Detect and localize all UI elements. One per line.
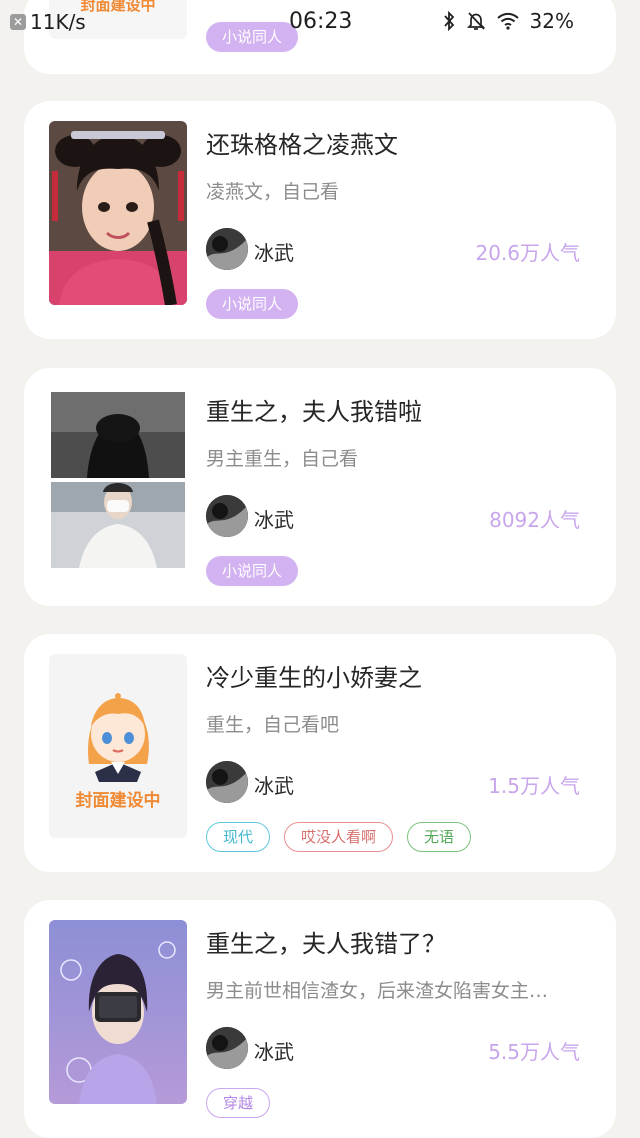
book-card[interactable]: 重生之，夫人我错啦 男主重生，自己看 冰武 8092人气 小说同人: [24, 368, 616, 606]
book-list-screen: ✕ 11K/s 06:23 32% 封面建设中 小说同人 还珠格格之凌燕文 凌燕…: [0, 0, 640, 1138]
tag[interactable]: 哎没人看啊: [284, 822, 394, 852]
author-name[interactable]: 冰武: [254, 1036, 294, 1065]
bluetooth-icon: [442, 11, 456, 31]
status-bar: ✕ 11K/s 06:23 32%: [0, 0, 640, 44]
tag[interactable]: 穿越: [206, 1088, 271, 1118]
book-title[interactable]: 还珠格格之凌燕文: [206, 125, 398, 160]
tag[interactable]: 无语: [407, 822, 472, 852]
avatar[interactable]: [206, 1027, 248, 1069]
book-cover[interactable]: 封面建设中: [49, 654, 187, 838]
avatar[interactable]: [206, 495, 248, 537]
book-title[interactable]: 重生之，夫人我错了？: [206, 924, 446, 959]
battery-level: 32%: [529, 9, 574, 33]
book-cover[interactable]: [49, 920, 187, 1104]
popularity-count: 1.5万人气: [488, 774, 580, 798]
tag[interactable]: 现代: [206, 822, 271, 852]
wifi-icon: [496, 12, 520, 30]
avatar[interactable]: [206, 761, 248, 803]
book-title[interactable]: 冷少重生的小娇妻之: [206, 658, 422, 693]
popularity-count: 8092人气: [489, 508, 580, 532]
tag-list: 小说同人: [206, 289, 299, 319]
author-name[interactable]: 冰武: [254, 504, 294, 533]
tag-list: 穿越: [206, 1088, 271, 1118]
popularity-count: 20.6万人气: [475, 241, 580, 265]
status-icons: 32%: [442, 9, 574, 33]
tag[interactable]: 小说同人: [206, 289, 299, 319]
tag-list: 小说同人: [206, 556, 299, 586]
tag[interactable]: 小说同人: [206, 556, 299, 586]
book-description: 男主前世相信渣女，后来渣女陷害女主…: [206, 980, 549, 1002]
clock: 06:23: [289, 9, 353, 34]
popularity-count: 5.5万人气: [488, 1040, 580, 1064]
book-description: 重生，自己看吧: [206, 714, 340, 736]
network-indicator: ✕ 11K/s: [10, 10, 86, 34]
net-speed: 11K/s: [30, 10, 86, 34]
book-title[interactable]: 重生之，夫人我错啦: [206, 392, 422, 427]
cover-placeholder-label: 封面建设中: [75, 791, 161, 811]
mute-bell-icon: [466, 11, 486, 31]
book-description: 凌燕文，自己看: [206, 181, 340, 203]
avatar[interactable]: [206, 228, 248, 270]
book-card[interactable]: 封面建设中 冷少重生的小娇妻之 重生，自己看吧 冰武 1.5万人气 现代 哎没人…: [24, 634, 616, 872]
author-name[interactable]: 冰武: [254, 770, 294, 799]
book-cover[interactable]: [49, 121, 187, 305]
book-card[interactable]: 还珠格格之凌燕文 凌燕文，自己看 冰武 20.6万人气 小说同人: [24, 101, 616, 339]
book-card[interactable]: 重生之，夫人我错了？ 男主前世相信渣女，后来渣女陷害女主… 冰武 5.5万人气 …: [24, 900, 616, 1138]
book-cover[interactable]: [49, 388, 187, 572]
tag-list: 现代 哎没人看啊 无语: [206, 822, 472, 852]
close-small-icon: ✕: [10, 14, 26, 30]
author-name[interactable]: 冰武: [254, 237, 294, 266]
book-description: 男主重生，自己看: [206, 448, 359, 470]
